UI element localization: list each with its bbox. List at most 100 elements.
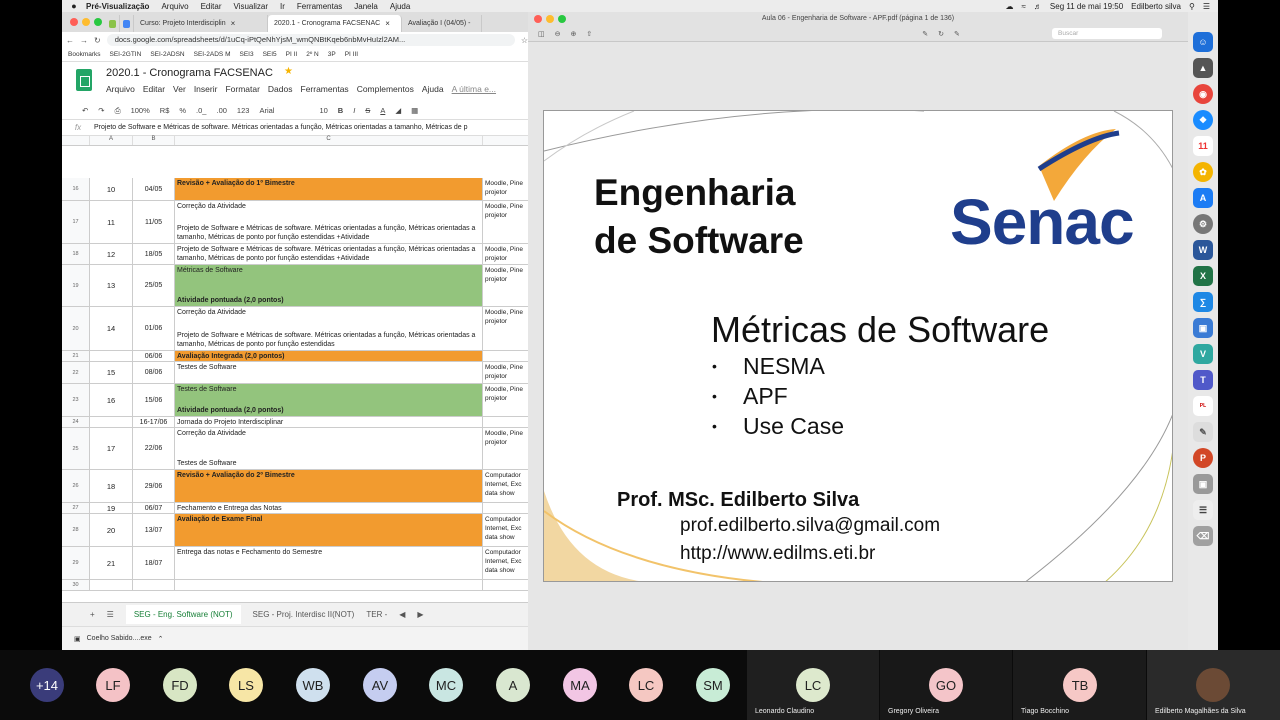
tab-curso[interactable]: Curso: Projeto Interdisciplin × (134, 15, 268, 32)
cell-resources[interactable]: Moodle, Pine projetor (483, 244, 532, 264)
zoom-select[interactable]: 100% (131, 106, 150, 115)
last-edit-link[interactable]: A última e... (452, 84, 496, 94)
row-number[interactable]: 26 (62, 470, 90, 502)
cell-class-number[interactable] (90, 580, 133, 590)
row-number[interactable]: 17 (62, 201, 90, 243)
cell-class-number[interactable]: 18 (90, 470, 133, 502)
cell-content[interactable]: Testes de Software (175, 362, 483, 383)
cell-content[interactable]: Métricas de Software Atividade pontuada (… (175, 265, 483, 306)
cell-date[interactable]: 13/07 (133, 514, 175, 546)
project-libre-icon[interactable]: PL (1193, 396, 1213, 416)
font-select[interactable]: Arial (259, 106, 309, 115)
photos-icon[interactable]: ✿ (1193, 162, 1213, 182)
zoom-window-icon[interactable] (94, 18, 102, 26)
row-number[interactable]: 30 (62, 580, 90, 590)
more-participants-button[interactable]: +14 (30, 668, 64, 702)
cell-content[interactable]: Revisão + Avaliação do 1º Bimestre (175, 178, 483, 200)
participant-avatar[interactable]: WB (296, 668, 330, 702)
row-number[interactable]: 24 (62, 417, 90, 427)
column-c-header[interactable]: C (175, 136, 483, 145)
cell-resources[interactable] (483, 580, 532, 590)
cell-date[interactable]: 16-17/06 (133, 417, 175, 427)
menu-ferramentas[interactable]: Ferramentas (301, 84, 349, 94)
cell-resources[interactable]: Moodle, Pine projetor (483, 428, 532, 469)
cell-date[interactable]: 06/07 (133, 503, 175, 513)
row-number[interactable]: 28 (62, 514, 90, 546)
cell-class-number[interactable]: 12 (90, 244, 133, 264)
tab-cronograma[interactable]: 2020.1 - Cronograma FACSENAC × (268, 15, 402, 32)
word-icon[interactable]: W (1193, 240, 1213, 260)
participant-avatar[interactable]: MA (563, 668, 597, 702)
cloud-icon[interactable]: ☁ (1006, 2, 1014, 11)
tab-avaliacao[interactable]: Avaliação I (04/05) - (402, 15, 482, 32)
cell-content[interactable]: Entrega das notas e Fechamento do Semest… (175, 547, 483, 579)
cell-resources[interactable]: Computador Internet, Exc data show (483, 547, 532, 579)
row-number[interactable]: 25 (62, 428, 90, 469)
cell-content[interactable] (175, 580, 483, 590)
cell-content[interactable]: Projeto de Software e Métricas de softwa… (175, 244, 483, 264)
sheet-tab-proj-interdisc[interactable]: SEG - Proj. Interdisc II(NOT) (253, 610, 355, 619)
menu-arquivo[interactable]: Arquivo (106, 84, 135, 94)
pinned-tab[interactable] (120, 15, 134, 32)
close-tab-icon[interactable]: × (385, 19, 390, 28)
print-icon[interactable]: ⎙ (115, 106, 121, 116)
row-number[interactable]: 27 (62, 503, 90, 513)
formula-input[interactable]: Projeto de Software e Métricas de softwa… (94, 124, 468, 131)
download-item[interactable]: Coelho Sabido....exe (87, 635, 152, 642)
increase-decimal-button[interactable]: .00 (216, 106, 226, 115)
virtualbox-icon[interactable]: ▣ (1193, 318, 1213, 338)
cell-content[interactable]: Testes de Software Atividade pontuada (2,… (175, 384, 483, 416)
font-size-select[interactable]: 10 (319, 106, 327, 115)
menu-complementos[interactable]: Complementos (357, 84, 414, 94)
calculator-icon[interactable]: ∑ (1193, 292, 1213, 312)
cell-class-number[interactable]: 10 (90, 178, 133, 200)
cell-date[interactable]: 01/06 (133, 307, 175, 350)
minimize-window-icon[interactable] (546, 15, 554, 23)
column-a-header[interactable]: A (90, 136, 133, 145)
menu-item-ir[interactable]: Ir (280, 2, 285, 11)
menu-inserir[interactable]: Inserir (194, 84, 218, 94)
system-preferences-icon[interactable]: ⚙ (1193, 214, 1213, 234)
reload-icon[interactable]: ↻ (94, 36, 101, 45)
forward-icon[interactable]: → (80, 36, 88, 45)
cell-content[interactable]: Correção da Atividade Projeto de Software… (175, 201, 483, 243)
cell-date[interactable]: 18/05 (133, 244, 175, 264)
bold-button[interactable]: B (338, 106, 343, 115)
row-number[interactable]: 22 (62, 362, 90, 383)
menu-dados[interactable]: Dados (268, 84, 293, 94)
percent-button[interactable]: % (179, 106, 186, 115)
row-number[interactable]: 16 (62, 178, 90, 200)
cell-content[interactable]: Jornada do Projeto Interdisciplinar (175, 417, 483, 427)
cell-resources[interactable]: Moodle, Pine projetor (483, 384, 532, 416)
select-all[interactable] (62, 136, 90, 145)
participant-avatar[interactable]: LC (796, 668, 830, 702)
column-d-header[interactable] (483, 136, 532, 145)
scroll-right-icon[interactable]: ▶ (417, 610, 423, 619)
cell-resources[interactable]: Moodle, Pine projetor (483, 265, 532, 306)
italic-button[interactable]: I (353, 106, 355, 115)
cell-class-number[interactable]: 11 (90, 201, 133, 243)
bookmark-star-icon[interactable]: ☆ (521, 36, 528, 45)
preview-icon[interactable]: ▣ (1193, 474, 1213, 494)
participant-avatar[interactable]: LC (629, 668, 663, 702)
launchpad-icon[interactable]: ▲ (1193, 58, 1213, 78)
apple-icon[interactable]: ● (62, 1, 86, 11)
zoom-window-icon[interactable] (558, 15, 566, 23)
cell-date[interactable]: 04/05 (133, 178, 175, 200)
bookmark-item[interactable]: SEI5 (263, 51, 277, 58)
row-number[interactable]: 23 (62, 384, 90, 416)
scroll-left-icon[interactable]: ◀ (399, 610, 405, 619)
participant-avatar[interactable]: TB (1063, 668, 1097, 702)
row-number[interactable]: 21 (62, 351, 90, 361)
strike-button[interactable]: S (365, 106, 370, 115)
zoom-in-icon[interactable]: ⊕ (571, 30, 577, 38)
teams-icon[interactable]: T (1193, 370, 1213, 390)
cell-resources[interactable]: Moodle, Pine projetor (483, 201, 532, 243)
bookmark-item[interactable]: SEI-2ADSN (150, 51, 184, 58)
participant-avatar[interactable]: AV (363, 668, 397, 702)
cell-date[interactable]: 11/05 (133, 201, 175, 243)
bookmark-item[interactable]: SEI3 (239, 51, 253, 58)
chevron-up-icon[interactable]: ⌃ (158, 635, 164, 643)
cell-class-number[interactable]: 21 (90, 547, 133, 579)
menu-ver[interactable]: Ver (173, 84, 186, 94)
